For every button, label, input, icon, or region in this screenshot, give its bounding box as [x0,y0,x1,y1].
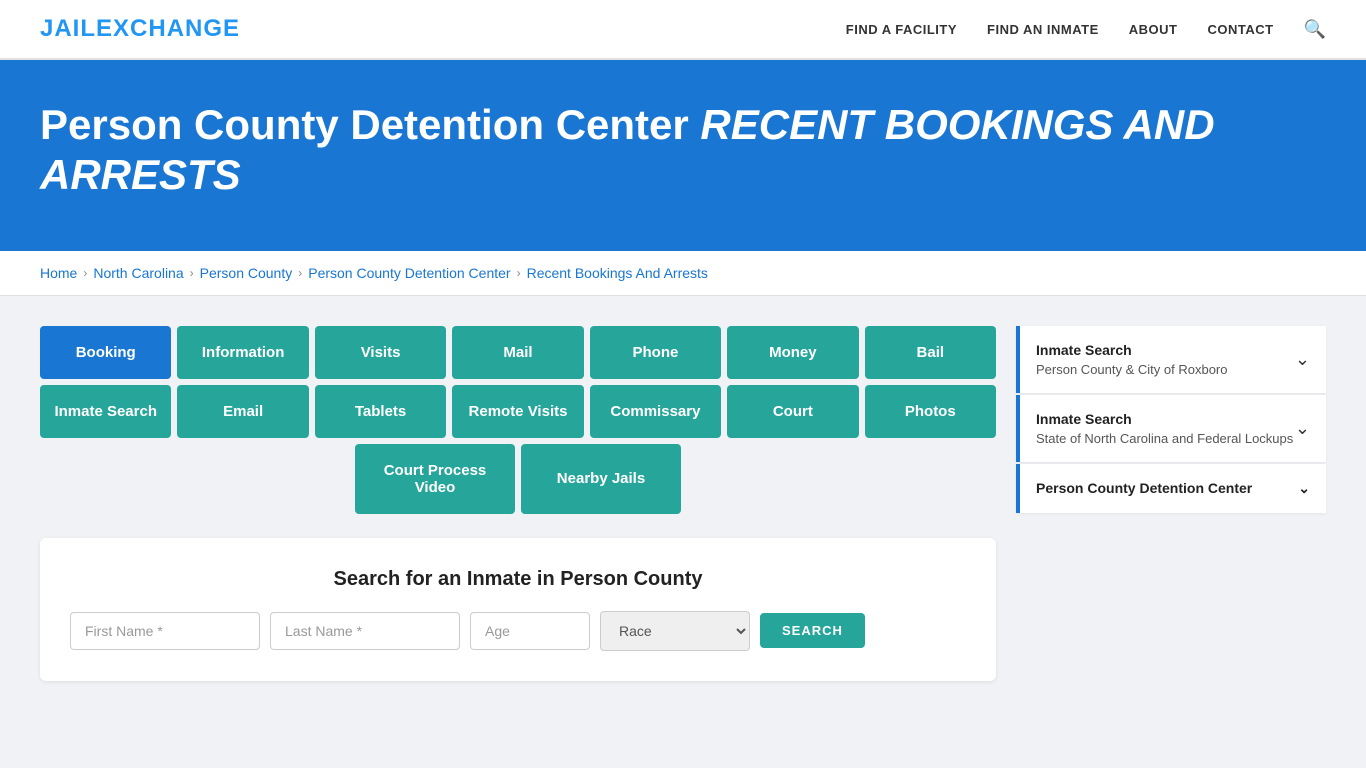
bail-button[interactable]: Bail [865,326,996,379]
header: JAILEXCHANGE FIND A FACILITY FIND AN INM… [0,0,1366,60]
age-input[interactable] [470,612,590,650]
search-box: Search for an Inmate in Person County Ra… [40,538,996,681]
sidebar: Inmate Search Person County & City of Ro… [1016,326,1326,681]
commissary-button[interactable]: Commissary [590,385,721,438]
logo-jail: JAIL [40,15,96,42]
photos-button[interactable]: Photos [865,385,996,438]
logo-exchange: EXCHANGE [96,15,240,42]
logo[interactable]: JAILEXCHANGE [40,15,240,43]
chevron-down-icon: ⌄ [1295,349,1310,370]
search-title: Search for an Inmate in Person County [70,568,966,591]
inmate-search-button[interactable]: Inmate Search [40,385,171,438]
breadcrumb-north-carolina[interactable]: North Carolina [93,265,183,281]
mail-button[interactable]: Mail [452,326,583,379]
tablets-button[interactable]: Tablets [315,385,446,438]
search-button[interactable]: SEARCH [760,613,865,648]
court-process-video-button[interactable]: Court Process Video [355,444,515,514]
breadcrumb-sep-2: › [190,266,194,280]
breadcrumb-sep-3: › [298,266,302,280]
booking-button[interactable]: Booking [40,326,171,379]
race-select[interactable]: Race [600,611,750,651]
breadcrumb-detention-center[interactable]: Person County Detention Center [308,265,510,281]
sidebar-item-county-content: Inmate Search Person County & City of Ro… [1036,342,1227,377]
email-button[interactable]: Email [177,385,308,438]
chevron-down-icon-2: ⌄ [1295,418,1310,439]
sidebar-item-inmate-search-state[interactable]: Inmate Search State of North Carolina an… [1016,395,1326,462]
button-row-2: Inmate Search Email Tablets Remote Visit… [40,385,996,438]
main-nav: FIND A FACILITY FIND AN INMATE ABOUT CON… [846,19,1326,40]
content-area: Booking Information Visits Mail Phone Mo… [0,296,1366,711]
breadcrumb-person-county[interactable]: Person County [200,265,293,281]
breadcrumb: Home › North Carolina › Person County › … [0,251,1366,296]
sidebar-item-detention-center[interactable]: Person County Detention Center ⌄ [1016,464,1326,513]
breadcrumb-sep-1: › [83,266,87,280]
court-button[interactable]: Court [727,385,858,438]
hero-section: Person County Detention Center RECENT BO… [0,60,1366,251]
breadcrumb-home[interactable]: Home [40,265,77,281]
information-button[interactable]: Information [177,326,308,379]
nav-contact[interactable]: CONTACT [1207,22,1273,37]
remote-visits-button[interactable]: Remote Visits [452,385,583,438]
last-name-input[interactable] [270,612,460,650]
first-name-input[interactable] [70,612,260,650]
button-row-3: Court Process Video Nearby Jails [40,444,996,514]
page-title: Person County Detention Center RECENT BO… [40,100,1326,201]
phone-button[interactable]: Phone [590,326,721,379]
chevron-down-icon-3: ⌄ [1298,480,1310,497]
search-form: Race SEARCH [70,611,966,651]
nearby-jails-button[interactable]: Nearby Jails [521,444,681,514]
sidebar-item-inmate-search-county[interactable]: Inmate Search Person County & City of Ro… [1016,326,1326,393]
search-icon[interactable]: 🔍 [1304,19,1326,40]
nav-find-inmate[interactable]: FIND AN INMATE [987,22,1099,37]
sidebar-item-state-content: Inmate Search State of North Carolina an… [1036,411,1293,446]
breadcrumb-sep-4: › [517,266,521,280]
breadcrumb-current: Recent Bookings And Arrests [527,265,708,281]
main-content: Booking Information Visits Mail Phone Mo… [40,326,996,681]
nav-about[interactable]: ABOUT [1129,22,1178,37]
visits-button[interactable]: Visits [315,326,446,379]
nav-find-facility[interactable]: FIND A FACILITY [846,22,957,37]
money-button[interactable]: Money [727,326,858,379]
button-row-1: Booking Information Visits Mail Phone Mo… [40,326,996,379]
